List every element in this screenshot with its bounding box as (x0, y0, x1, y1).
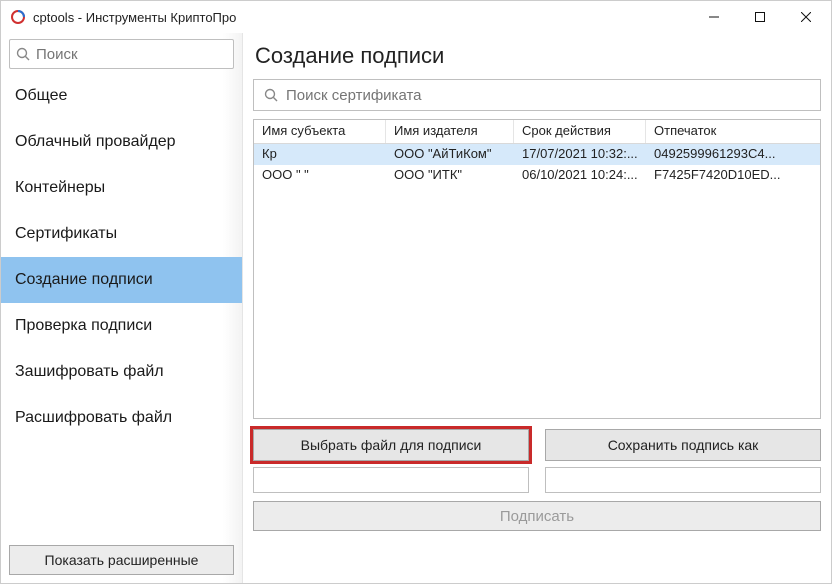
titlebar: cptools - Инструменты КриптоПро (1, 1, 831, 33)
app-icon (9, 8, 27, 26)
close-button[interactable] (783, 2, 829, 32)
cell-validity: 06/10/2021 10:24:... (514, 165, 646, 186)
source-file-path[interactable] (253, 467, 529, 493)
table-row[interactable]: Кр ООО "АйТиКом" 17/07/2021 10:32:... 04… (254, 144, 820, 165)
sidebar-item-create-signature[interactable]: Создание подписи (1, 257, 242, 303)
sidebar-search-input[interactable] (36, 46, 235, 63)
choose-file-button[interactable]: Выбрать файл для подписи (253, 429, 529, 461)
certificate-search[interactable] (253, 79, 821, 111)
cell-subject: ООО " " (254, 165, 386, 186)
search-icon (16, 45, 30, 63)
sidebar-item-label: Облачный провайдер (15, 133, 176, 151)
cell-issuer: ООО "АйТиКом" (386, 144, 514, 165)
maximize-button[interactable] (737, 2, 783, 32)
sidebar-item-label: Сертификаты (15, 225, 117, 243)
show-advanced-button[interactable]: Показать расширенные (9, 545, 234, 575)
table-row[interactable]: ООО " " ООО "ИТК" 06/10/2021 10:24:... F… (254, 165, 820, 186)
sidebar-item-cloud-provider[interactable]: Облачный провайдер (1, 119, 242, 165)
table-header: Имя субъекта Имя издателя Срок действия … (254, 120, 820, 144)
col-issuer[interactable]: Имя издателя (386, 120, 514, 143)
window-title: cptools - Инструменты КриптоПро (33, 10, 236, 25)
col-validity[interactable]: Срок действия (514, 120, 646, 143)
cell-thumbprint: F7425F7420D10ED... (646, 165, 810, 186)
sidebar-item-containers[interactable]: Контейнеры (1, 165, 242, 211)
certificate-table: Имя субъекта Имя издателя Срок действия … (253, 119, 821, 419)
sidebar-nav: Общее Облачный провайдер Контейнеры Серт… (1, 73, 242, 537)
sidebar-item-decrypt-file[interactable]: Расшифровать файл (1, 395, 242, 441)
sidebar-search[interactable] (9, 39, 234, 69)
sidebar-item-verify-signature[interactable]: Проверка подписи (1, 303, 242, 349)
page-title: Создание подписи (255, 43, 821, 69)
table-body: Кр ООО "АйТиКом" 17/07/2021 10:32:... 04… (254, 144, 820, 418)
sidebar-item-label: Общее (15, 87, 67, 105)
main-panel: Создание подписи Имя субъекта Имя издате… (243, 33, 831, 583)
save-signature-as-button[interactable]: Сохранить подпись как (545, 429, 821, 461)
sidebar-item-label: Проверка подписи (15, 317, 152, 335)
sidebar-item-label: Создание подписи (15, 271, 153, 289)
sidebar-item-certificates[interactable]: Сертификаты (1, 211, 242, 257)
cell-issuer: ООО "ИТК" (386, 165, 514, 186)
sidebar-item-label: Расшифровать файл (15, 409, 172, 427)
search-icon (262, 86, 280, 104)
col-thumbprint[interactable]: Отпечаток (646, 120, 810, 143)
sidebar: Общее Облачный провайдер Контейнеры Серт… (1, 33, 243, 583)
sign-button[interactable]: Подписать (253, 501, 821, 531)
sidebar-item-general[interactable]: Общее (1, 73, 242, 119)
certificate-search-input[interactable] (286, 87, 812, 104)
cell-subject: Кр (254, 144, 386, 165)
cell-thumbprint: 0492599961293C4... (646, 144, 810, 165)
minimize-button[interactable] (691, 2, 737, 32)
col-subject[interactable]: Имя субъекта (254, 120, 386, 143)
signature-file-path[interactable] (545, 467, 821, 493)
sidebar-item-label: Контейнеры (15, 179, 105, 197)
cell-validity: 17/07/2021 10:32:... (514, 144, 646, 165)
sidebar-item-label: Зашифровать файл (15, 363, 164, 381)
sidebar-item-encrypt-file[interactable]: Зашифровать файл (1, 349, 242, 395)
